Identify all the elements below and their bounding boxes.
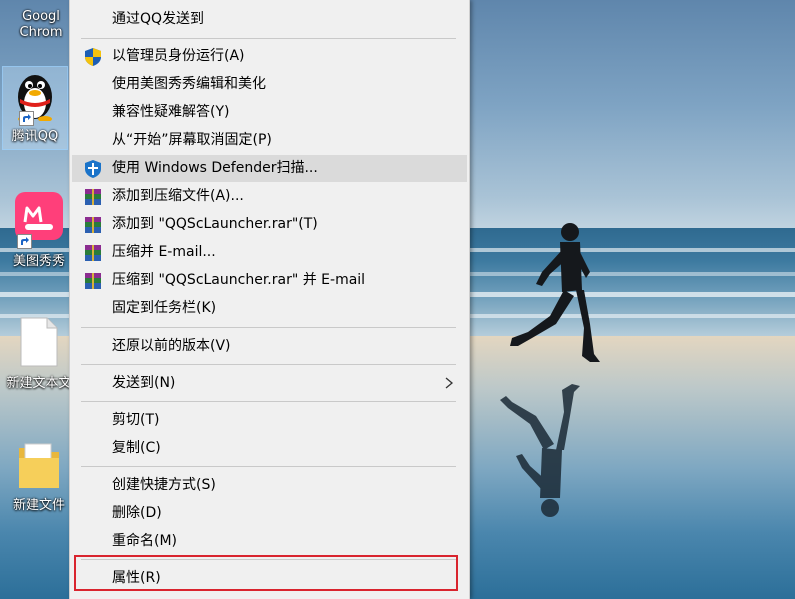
menu-item-label: 兼容性疑难解答(Y) [112, 104, 230, 120]
folder-icon [19, 443, 59, 488]
menu-item-add-to-archive[interactable]: 添加到压缩文件(A)... [72, 183, 467, 210]
menu-separator [81, 327, 456, 328]
context-menu: 通过QQ发送到 以管理员身份运行(A) 使用美图秀秀编辑和美化 兼容性疑难解答(… [69, 0, 470, 599]
menu-separator [81, 364, 456, 365]
menu-item-label: 添加到 "QQScLauncher.rar"(T) [112, 216, 318, 232]
menu-item-label: 发送到(N) [112, 375, 176, 391]
menu-item-restore-previous[interactable]: 还原以前的版本(V) [72, 333, 467, 360]
defender-shield-icon [85, 160, 101, 178]
desktop-icon-label: 美图秀秀 [12, 254, 65, 269]
menu-item-label: 压缩到 "QQScLauncher.rar" 并 E-mail [112, 272, 366, 288]
menu-item-run-as-admin[interactable]: 以管理员身份运行(A) [72, 43, 467, 70]
shortcut-arrow-icon [19, 111, 34, 126]
desktop-icon-label: Googl [22, 9, 60, 24]
desktop-icon-new-folder[interactable]: 新建文件 [4, 438, 74, 514]
menu-item-label: 重命名(M) [112, 533, 178, 549]
menu-item-troubleshoot-compat[interactable]: 兼容性疑难解答(Y) [72, 99, 467, 126]
desktop-icon-meitu[interactable]: 美图秀秀 [4, 190, 74, 270]
menu-item-compress-named-and-email[interactable]: 压缩到 "QQScLauncher.rar" 并 E-mail [72, 267, 467, 294]
menu-item-label: 从“开始”屏幕取消固定(P) [112, 132, 272, 148]
menu-item-label: 通过QQ发送到 [112, 11, 205, 27]
desktop-icon-label: 新建文件 [12, 498, 65, 513]
menu-item-cut[interactable]: 剪切(T) [72, 407, 467, 434]
chevron-right-icon [445, 377, 454, 389]
uac-shield-icon [85, 48, 101, 66]
menu-item-defender-scan[interactable]: 使用 Windows Defender扫描... [72, 155, 467, 182]
menu-item-label: 添加到压缩文件(A)... [112, 188, 244, 204]
menu-item-delete[interactable]: 删除(D) [72, 500, 467, 527]
menu-item-label: 固定到任务栏(K) [112, 300, 217, 316]
text-document-icon [20, 317, 58, 367]
menu-item-label: 使用美图秀秀编辑和美化 [112, 76, 266, 92]
menu-item-copy[interactable]: 复制(C) [72, 435, 467, 462]
menu-item-unpin-start[interactable]: 从“开始”屏幕取消固定(P) [72, 127, 467, 154]
menu-item-label: 压缩并 E-mail... [112, 244, 216, 260]
menu-separator [81, 401, 456, 402]
menu-item-send-to[interactable]: 发送到(N) [72, 370, 467, 397]
properties-highlight-box [74, 555, 458, 591]
menu-item-compress-and-email[interactable]: 压缩并 E-mail... [72, 239, 467, 266]
desktop-icon-qq[interactable]: 腾讯QQ [2, 66, 68, 150]
menu-item-pin-taskbar[interactable]: 固定到任务栏(K) [72, 295, 467, 322]
menu-item-send-via-qq[interactable]: 通过QQ发送到 [72, 6, 467, 33]
menu-item-label: 剪切(T) [112, 412, 160, 428]
menu-item-label: 还原以前的版本(V) [112, 338, 231, 354]
desktop-icon-chrome[interactable]: Googl Chrom [6, 0, 76, 41]
menu-item-rename[interactable]: 重命名(M) [72, 528, 467, 555]
menu-item-label: 创建快捷方式(S) [112, 477, 216, 493]
winrar-icon [85, 245, 101, 261]
menu-item-add-to-named-rar[interactable]: 添加到 "QQScLauncher.rar"(T) [72, 211, 467, 238]
shortcut-arrow-icon [17, 234, 32, 249]
desktop-icon-label: 腾讯QQ [11, 129, 59, 144]
desktop-icon-new-text-file[interactable]: 新建文本文 [4, 316, 74, 392]
menu-item-label: 以管理员身份运行(A) [112, 48, 245, 64]
menu-item-label: 删除(D) [112, 505, 162, 521]
desktop-icon-label: Chrom [19, 25, 63, 40]
menu-separator [81, 466, 456, 467]
winrar-icon [85, 189, 101, 205]
winrar-icon [85, 273, 101, 289]
winrar-icon [85, 217, 101, 233]
menu-separator [81, 38, 456, 39]
runner-silhouette [500, 223, 600, 517]
menu-item-label: 复制(C) [112, 440, 161, 456]
desktop-icon-label: 新建文本文 [6, 376, 72, 391]
menu-item-label: 使用 Windows Defender扫描... [112, 160, 318, 176]
menu-item-create-shortcut[interactable]: 创建快捷方式(S) [72, 472, 467, 499]
menu-item-meitu-edit[interactable]: 使用美图秀秀编辑和美化 [72, 71, 467, 98]
